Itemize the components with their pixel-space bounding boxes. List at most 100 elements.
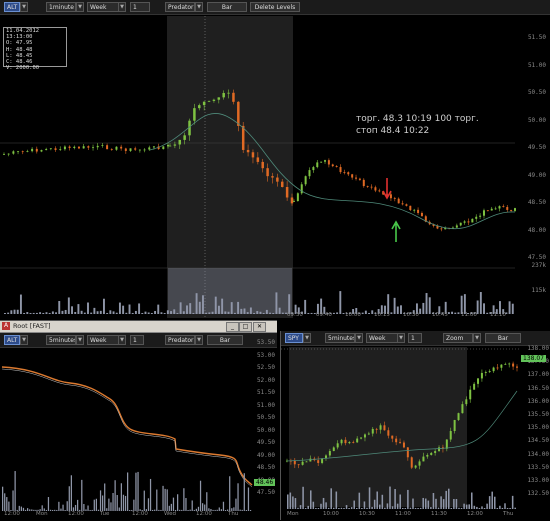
volume-bar <box>450 507 453 509</box>
volume-bar <box>67 297 70 314</box>
candle-body <box>120 146 123 149</box>
candle-body <box>232 92 235 102</box>
volume-bar <box>425 293 428 314</box>
volume-bar <box>22 507 25 511</box>
price-axis-label: 49.50 <box>527 144 546 151</box>
candle-body <box>222 92 225 98</box>
volume-axis-label: 237k <box>531 262 546 269</box>
volume-bar <box>212 509 214 511</box>
volume-bar <box>19 294 22 314</box>
candle-body <box>178 139 182 145</box>
volume-bar <box>125 312 128 314</box>
volume-bar <box>454 312 457 314</box>
volume-bar <box>390 312 393 314</box>
volume-bar <box>287 494 289 509</box>
volume-bar <box>440 496 442 509</box>
volume-bar <box>166 489 168 511</box>
candle-body <box>498 206 501 209</box>
candle-body <box>480 372 483 379</box>
volume-bar <box>4 493 6 511</box>
volume-bar <box>29 312 32 314</box>
volume-bar <box>302 486 304 509</box>
candle-body <box>463 221 466 223</box>
volume-bar <box>499 505 501 509</box>
candle-body <box>445 439 448 449</box>
time-axis-label: 12:00 <box>68 511 84 517</box>
volume-bar <box>310 312 313 314</box>
candle-body <box>434 451 437 453</box>
candle-body <box>241 125 245 150</box>
volume-bar <box>202 503 204 511</box>
volume-bar <box>239 509 241 511</box>
candle-body <box>217 97 221 100</box>
price-axis-label: 48.50 <box>256 464 275 471</box>
candle-body <box>26 151 29 152</box>
volume-bar <box>486 312 489 314</box>
candle-body <box>115 146 118 150</box>
volume-bar <box>103 298 105 314</box>
price-axis-label: 51.00 <box>527 61 546 69</box>
candle-body <box>383 425 386 431</box>
volume-bar <box>102 495 104 511</box>
volume-bar <box>6 497 8 511</box>
volume-bar <box>229 476 231 511</box>
candle-body <box>328 451 331 456</box>
bottom-left-price-chart[interactable] <box>0 321 277 521</box>
price-axis-label: 51.50 <box>527 34 546 41</box>
volume-bar <box>83 504 85 511</box>
volume-bar <box>47 497 50 511</box>
volume-bar <box>241 509 243 511</box>
price-line <box>1 366 253 486</box>
candle-body <box>305 461 308 463</box>
candle-body <box>173 144 177 146</box>
volume-bar <box>66 501 68 511</box>
candle-body <box>143 149 146 151</box>
volume-bar <box>366 507 368 509</box>
volume-bar <box>396 503 399 509</box>
main-chart-pane: ALT ▼ 1minute ▼ Week ▼ 1 Predator ▼ Bar … <box>0 0 550 320</box>
volume-bar <box>508 301 511 314</box>
candle-body <box>320 161 323 163</box>
time-axis-label: 10:15 <box>374 312 390 318</box>
volume-bar <box>181 509 183 511</box>
volume-bar <box>156 489 158 511</box>
price-axis-label: 51.50 <box>256 389 275 396</box>
candle-body <box>207 100 211 102</box>
candle-body <box>397 198 400 204</box>
candle-body <box>356 438 359 443</box>
volume-bar <box>33 509 35 511</box>
volume-bar <box>422 497 424 509</box>
candle-body <box>490 208 493 211</box>
volume-bar <box>4 312 6 314</box>
moving-average-line <box>1 368 253 488</box>
bottom-right-price-chart[interactable] <box>281 331 550 520</box>
candle-body <box>340 439 343 444</box>
volume-bar <box>332 312 335 314</box>
volume-bar <box>496 507 499 509</box>
time-axis-label: 11:30 <box>431 511 447 517</box>
volume-bar <box>393 297 396 314</box>
volume-bar <box>51 311 54 314</box>
volume-bar <box>158 509 160 511</box>
candle-body <box>261 161 264 169</box>
price-axis-label: 49.00 <box>256 451 275 459</box>
volume-bar <box>160 509 162 511</box>
candle-body <box>110 149 113 150</box>
volume-bar <box>304 507 307 509</box>
candle-body <box>304 176 307 185</box>
volume-bar <box>48 312 51 314</box>
volume-bar <box>333 507 335 509</box>
candle-body <box>399 442 402 444</box>
volume-bar <box>327 507 330 509</box>
volume-bar <box>127 472 129 511</box>
volume-bar <box>83 312 86 314</box>
volume-bar <box>468 504 470 509</box>
time-axis-label: 10:00 <box>323 511 339 517</box>
candle-body <box>355 177 358 179</box>
candle-body <box>296 193 299 202</box>
candle-body <box>183 135 186 140</box>
main-price-chart[interactable] <box>0 0 550 320</box>
candle-body <box>479 215 482 217</box>
price-axis-label: 50.00 <box>256 426 275 434</box>
candle-body <box>148 147 151 150</box>
